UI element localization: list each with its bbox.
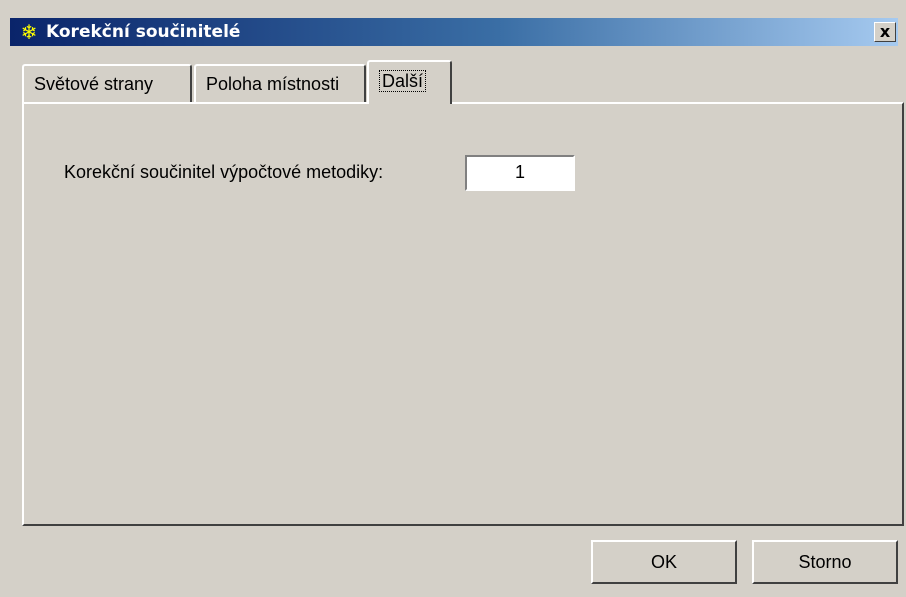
title-bar[interactable]: ❄ Korekční součinitelé x [10,18,898,46]
tab-svetove-strany[interactable]: Světové strany [22,64,192,102]
snowflake-icon: ❄ [20,20,38,44]
tab-poloha-mistnosti[interactable]: Poloha místnosti [194,64,366,102]
tab-label: Poloha místnosti [206,74,340,94]
window-title: Korekční součinitelé [46,22,241,42]
close-button[interactable]: x [874,22,896,42]
correction-factor-input[interactable]: 1 [465,155,575,191]
dialog-window: ❄ Korekční součinitelé x Světové strany … [0,0,906,597]
close-icon: x [879,22,891,41]
ok-button[interactable]: OK [591,540,737,584]
correction-factor-label: Korekční součinitel výpočtové metodiky: [64,162,384,182]
tab-panel: Korekční součinitel výpočtové metodiky: … [22,102,904,526]
cancel-button[interactable]: Storno [752,540,898,584]
tab-dalsi[interactable]: Další [367,60,452,104]
tab-label: Další [379,70,427,92]
tab-label: Světové strany [34,74,154,94]
